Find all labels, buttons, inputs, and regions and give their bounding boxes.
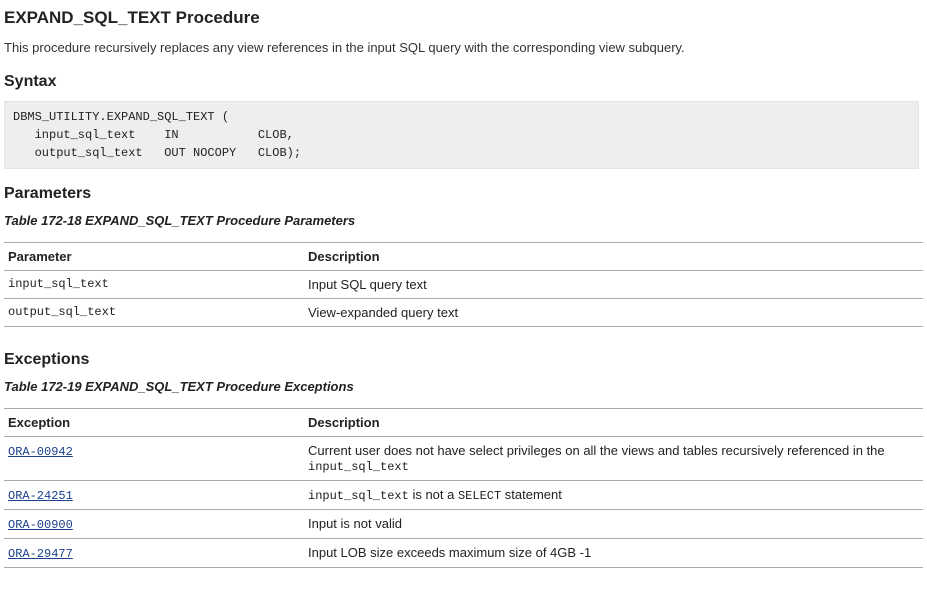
parameters-table: Parameter Description input_sql_text Inp… xyxy=(4,242,923,327)
page-title: EXPAND_SQL_TEXT Procedure xyxy=(4,8,923,28)
param-name: output_sql_text xyxy=(4,299,304,327)
exception-code-cell: ORA-29477 xyxy=(4,539,304,568)
error-code-link[interactable]: ORA-00900 xyxy=(8,518,73,532)
desc-text: statement xyxy=(501,487,562,502)
desc-inline-code: SELECT xyxy=(458,489,501,503)
parameters-heading: Parameters xyxy=(4,185,923,203)
table-row: input_sql_text Input SQL query text xyxy=(4,271,923,299)
exception-desc: input_sql_text is not a SELECT statement xyxy=(304,481,923,510)
table-row: output_sql_text View-expanded query text xyxy=(4,299,923,327)
param-desc: View-expanded query text xyxy=(304,299,923,327)
syntax-heading: Syntax xyxy=(4,73,923,91)
param-desc: Input SQL query text xyxy=(304,271,923,299)
param-name: input_sql_text xyxy=(4,271,304,299)
table-row: ORA-29477 Input LOB size exceeds maximum… xyxy=(4,539,923,568)
param-header-description: Description xyxy=(304,243,923,271)
parameters-table-caption: Table 172-18 EXPAND_SQL_TEXT Procedure P… xyxy=(4,213,923,228)
exception-code-cell: ORA-24251 xyxy=(4,481,304,510)
desc-text: Input is not valid xyxy=(308,516,402,531)
exception-code-cell: ORA-00900 xyxy=(4,510,304,539)
exc-header-exception: Exception xyxy=(4,409,304,437)
param-header-parameter: Parameter xyxy=(4,243,304,271)
error-code-link[interactable]: ORA-24251 xyxy=(8,489,73,503)
syntax-code-block: DBMS_UTILITY.EXPAND_SQL_TEXT ( input_sql… xyxy=(4,101,919,169)
procedure-description: This procedure recursively replaces any … xyxy=(4,40,923,55)
exceptions-table-caption: Table 172-19 EXPAND_SQL_TEXT Procedure E… xyxy=(4,379,923,394)
exc-header-description: Description xyxy=(304,409,923,437)
table-row: ORA-24251 input_sql_text is not a SELECT… xyxy=(4,481,923,510)
exception-code-cell: ORA-00942 xyxy=(4,437,304,481)
exceptions-heading: Exceptions xyxy=(4,351,923,369)
desc-text: Input LOB size exceeds maximum size of 4… xyxy=(308,545,591,560)
desc-text: Current user does not have select privil… xyxy=(308,443,885,458)
exceptions-table: Exception Description ORA-00942 Current … xyxy=(4,408,923,568)
desc-inline-code: input_sql_text xyxy=(308,460,409,474)
error-code-link[interactable]: ORA-29477 xyxy=(8,547,73,561)
table-row: ORA-00942 Current user does not have sel… xyxy=(4,437,923,481)
table-row: ORA-00900 Input is not valid xyxy=(4,510,923,539)
exception-desc: Input is not valid xyxy=(304,510,923,539)
desc-inline-code: input_sql_text xyxy=(308,489,409,503)
desc-text: is not a xyxy=(409,487,458,502)
exception-desc: Current user does not have select privil… xyxy=(304,437,923,481)
error-code-link[interactable]: ORA-00942 xyxy=(8,445,73,459)
exception-desc: Input LOB size exceeds maximum size of 4… xyxy=(304,539,923,568)
